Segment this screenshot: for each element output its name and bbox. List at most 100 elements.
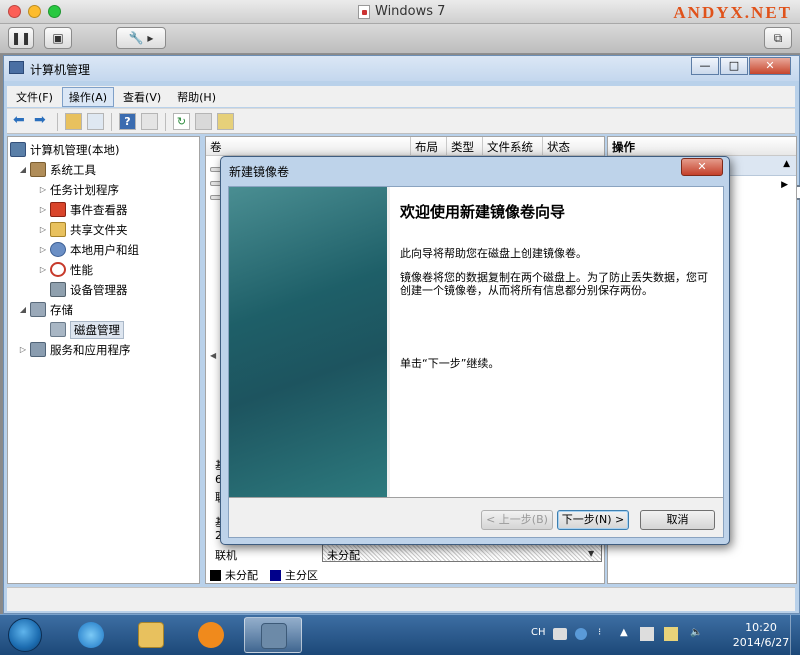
maximize-button[interactable]: □: [720, 57, 748, 75]
submenu-arrow-icon[interactable]: ▶: [781, 180, 788, 190]
next-button[interactable]: 下一步(N) >: [557, 510, 629, 530]
column-status[interactable]: 状态: [543, 137, 604, 156]
forward-arrow-icon[interactable]: ➡: [34, 113, 51, 130]
host-title-text: Windows 7: [375, 4, 446, 19]
minimize-icon[interactable]: [28, 5, 41, 18]
wizard-continue-text: 单击“下一步”继续。: [400, 357, 500, 370]
show-tree-icon[interactable]: [87, 113, 104, 130]
properties-icon[interactable]: [195, 113, 212, 130]
computer-management-icon: [261, 623, 287, 649]
export-icon[interactable]: [217, 113, 234, 130]
network-icon[interactable]: [664, 627, 678, 641]
help-icon[interactable]: ?: [119, 113, 136, 130]
dialog-close-button[interactable]: ✕: [681, 158, 723, 176]
menu-file[interactable]: 文件(F): [9, 87, 60, 107]
tree-disk-management[interactable]: 磁盘管理: [50, 320, 124, 339]
media-player-icon: [198, 622, 224, 648]
tools-icon: [30, 162, 46, 177]
expand-icon[interactable]: ▷: [18, 345, 28, 354]
tree-shared-folders[interactable]: ▷ 共享文件夹: [38, 220, 128, 239]
tree-task-scheduler[interactable]: ▷ 任务计划程序: [38, 180, 800, 200]
close-button[interactable]: ✕: [749, 57, 791, 75]
snapshot-button[interactable]: ▣: [44, 27, 72, 49]
keyboard-icon[interactable]: [553, 628, 567, 640]
wizard-content: 欢迎使用新建镜像卷向导 此向导将帮助您在磁盘上创建镜像卷。 镜像卷将您的数据复制…: [390, 187, 723, 497]
collapse-arrow-icon[interactable]: ▲: [783, 159, 790, 169]
wrench-icon: 🔧 ▸: [128, 31, 154, 45]
start-button[interactable]: [8, 618, 42, 652]
snapshot-icon: ▣: [52, 31, 64, 45]
legend-primary: 主分区: [270, 567, 318, 583]
column-layout[interactable]: 布局: [411, 137, 447, 156]
back-arrow-icon[interactable]: ⬅: [13, 113, 30, 130]
zoom-icon[interactable]: [48, 5, 61, 18]
fullscreen-button[interactable]: ⧉: [764, 27, 792, 49]
taskbar-computer-management[interactable]: [244, 617, 302, 653]
event-viewer-icon: [50, 202, 66, 217]
volume-icon[interactable]: 🔈: [690, 627, 702, 638]
tree-system-tools[interactable]: ◢ 系统工具: [18, 160, 96, 179]
tree-performance[interactable]: ▷ 性能: [38, 260, 93, 279]
settings-button[interactable]: 🔧 ▸: [116, 27, 166, 49]
collapse-icon[interactable]: ◢: [18, 165, 28, 174]
expand-icon[interactable]: ▷: [38, 265, 48, 274]
close-icon[interactable]: [8, 5, 21, 18]
tree-storage[interactable]: ◢ 存储: [18, 300, 73, 319]
expand-icon[interactable]: ▷: [38, 205, 48, 214]
column-type[interactable]: 类型: [447, 137, 483, 156]
performance-icon: [50, 262, 66, 277]
language-indicator[interactable]: CH: [531, 627, 546, 638]
expand-icon[interactable]: ▷: [38, 245, 48, 254]
wizard-banner: [229, 187, 387, 497]
toolbar-divider: [57, 113, 58, 131]
up-folder-icon[interactable]: [65, 113, 82, 130]
column-volume[interactable]: 卷: [206, 137, 411, 156]
window-titlebar: 计算机管理 — □ ✕: [4, 56, 799, 81]
menu-help[interactable]: 帮助(H): [170, 87, 223, 107]
pause-button[interactable]: ❚❚: [8, 27, 34, 49]
device-manager-icon: [50, 282, 66, 297]
wizard-intro-text: 此向导将帮助您在磁盘上创建镜像卷。: [400, 247, 587, 260]
status-bar: [7, 587, 795, 611]
tree-local-users[interactable]: ▷ 本地用户和组: [38, 240, 139, 259]
expand-icon[interactable]: ▷: [38, 185, 48, 194]
tree-device-manager[interactable]: 设备管理器: [50, 280, 128, 299]
options-icon[interactable]: ⁝: [598, 627, 601, 638]
cancel-button[interactable]: 取消: [640, 510, 715, 530]
taskbar-media-player[interactable]: [182, 617, 240, 653]
menubar: 文件(F) 操作(A) 查看(V) 帮助(H): [7, 86, 795, 107]
column-filesystem[interactable]: 文件系统: [483, 137, 543, 156]
back-button[interactable]: < 上一步(B): [481, 510, 553, 530]
menu-action[interactable]: 操作(A): [61, 86, 115, 107]
disk-online-status: 联机: [215, 549, 237, 562]
tree-root[interactable]: 计算机管理(本地): [10, 140, 119, 159]
scroll-left-icon[interactable]: ◀: [210, 351, 216, 360]
unallocated-region[interactable]: 未分配: [322, 543, 602, 562]
tree-services[interactable]: ▷ 服务和应用程序: [18, 340, 131, 359]
show-hidden-icons[interactable]: ▲: [620, 627, 628, 638]
wizard-heading: 欢迎使用新建镜像卷向导: [400, 203, 566, 221]
watermark-logo: ANDYX.NET: [673, 3, 792, 22]
minimize-button[interactable]: —: [691, 57, 719, 75]
toolbar-divider: [111, 113, 112, 131]
menu-view[interactable]: 查看(V): [116, 87, 168, 107]
show-desktop-button[interactable]: [790, 615, 800, 655]
clock[interactable]: 10:20 2014/6/27: [728, 620, 794, 650]
host-window-title: Windows 7: [358, 4, 445, 19]
taskbar-explorer[interactable]: [122, 617, 180, 653]
show-actions-icon[interactable]: [141, 113, 158, 130]
action-center-icon[interactable]: [640, 627, 654, 641]
legend-unallocated: 未分配: [210, 567, 258, 583]
expand-icon[interactable]: ▷: [38, 225, 48, 234]
refresh-icon[interactable]: ↻: [173, 113, 190, 130]
computer-icon: [10, 142, 26, 157]
collapse-icon[interactable]: ◢: [18, 305, 28, 314]
tree-event-viewer[interactable]: ▷ 事件查看器: [38, 200, 128, 219]
vm-document-icon: [358, 4, 370, 19]
scroll-down-icon[interactable]: ▼: [588, 549, 594, 558]
dialog-divider: [229, 497, 723, 498]
toolbar-divider: [165, 113, 166, 131]
taskbar-ie[interactable]: [62, 617, 120, 653]
legend-swatch: [270, 569, 281, 581]
help-tray-icon[interactable]: [575, 628, 587, 640]
